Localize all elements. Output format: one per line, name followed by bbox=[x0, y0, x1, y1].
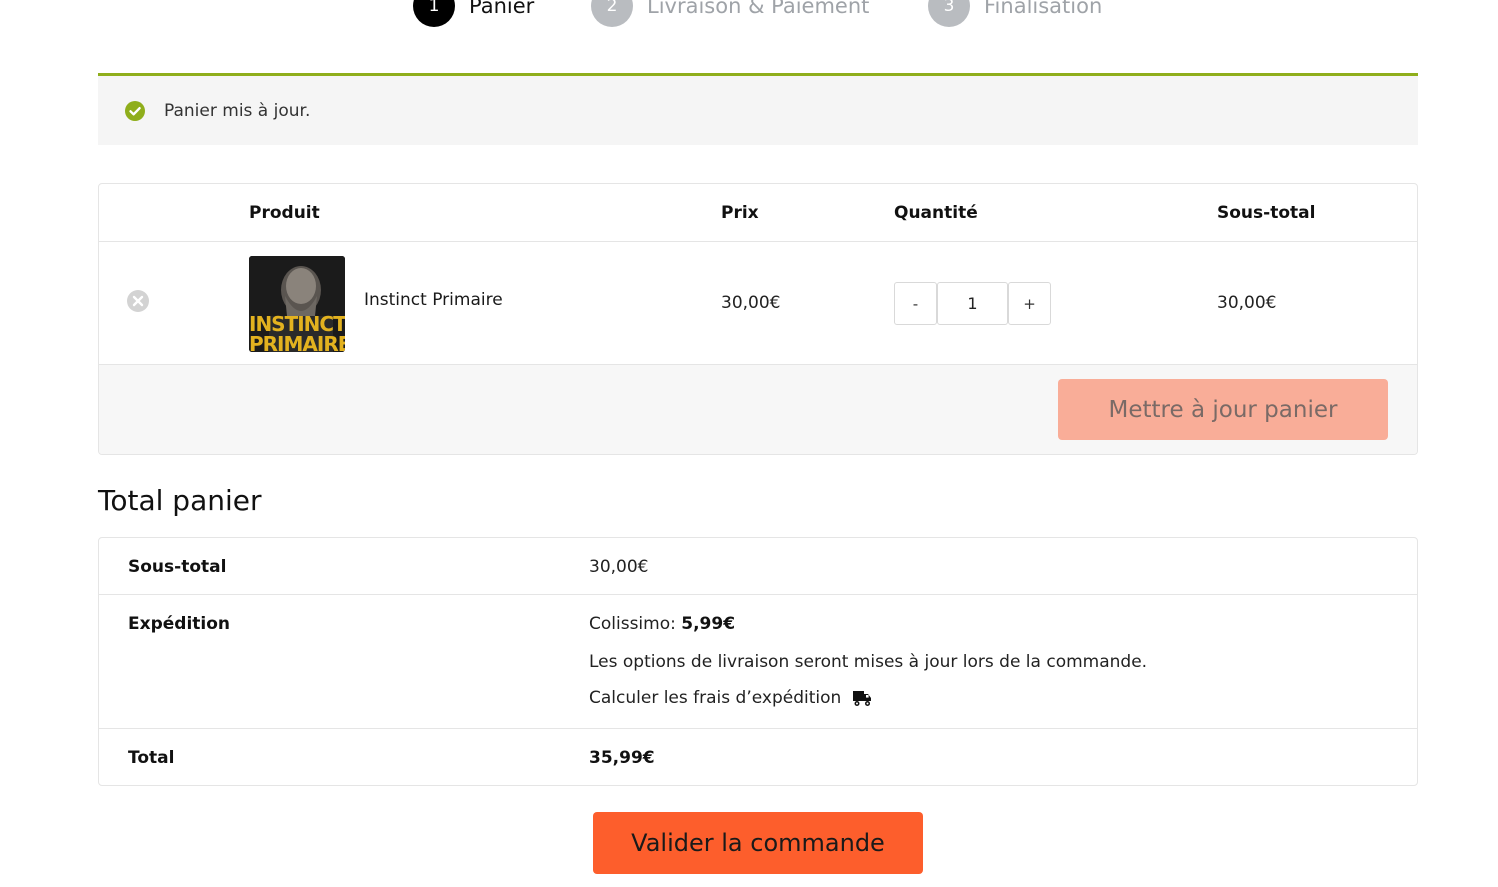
shipping-method-price: 5,99€ bbox=[681, 614, 736, 634]
step-cart: 1 Panier bbox=[413, 0, 535, 27]
table-row: INSTINCT PRIMAIRE Instinct Primaire 30,0… bbox=[99, 242, 1417, 365]
quantity-input[interactable]: 1 bbox=[937, 282, 1008, 325]
step-shipping-payment: 2 Livraison & Paiement bbox=[591, 0, 870, 27]
step-label: Panier bbox=[469, 0, 535, 18]
cart-totals-table: Sous-total 30,00€ Expédition Colissimo: … bbox=[98, 537, 1418, 786]
product-thumbnail-title: INSTINCT PRIMAIRE bbox=[249, 314, 345, 352]
step-number: 2 bbox=[591, 0, 633, 27]
step-finalisation: 3 Finalisation bbox=[928, 0, 1103, 27]
calculate-shipping-link[interactable]: Calculer les frais d’expédition bbox=[589, 688, 872, 708]
product-subtotal: 30,00€ bbox=[1217, 293, 1277, 313]
totals-subtotal-value: 30,00€ bbox=[589, 557, 649, 577]
totals-total-label: Total bbox=[128, 748, 175, 768]
totals-shipping-label: Expédition bbox=[128, 614, 231, 634]
quantity-increase-button[interactable]: + bbox=[1008, 282, 1051, 325]
column-header-quantity: Quantité bbox=[894, 203, 978, 223]
truck-icon bbox=[853, 691, 872, 706]
column-header-product: Produit bbox=[249, 203, 320, 223]
cart-totals-title: Total panier bbox=[98, 484, 262, 517]
product-name-link[interactable]: Instinct Primaire bbox=[364, 290, 503, 310]
cart-actions: Mettre à jour panier bbox=[99, 365, 1417, 454]
proceed-to-checkout-button[interactable]: Valider la commande bbox=[593, 812, 923, 874]
product-price: 30,00€ bbox=[721, 293, 781, 313]
checkout-steps: 1 Panier 2 Livraison & Paiement 3 Finali… bbox=[0, 0, 1498, 27]
quantity-stepper: - 1 + bbox=[894, 282, 1051, 325]
cart-updated-notice: Panier mis à jour. bbox=[98, 73, 1418, 145]
calculate-shipping-label: Calculer les frais d’expédition bbox=[589, 688, 842, 708]
shipping-method: Colissimo: 5,99€ bbox=[589, 614, 735, 634]
totals-row-shipping: Expédition Colissimo: 5,99€ Les options … bbox=[99, 595, 1417, 729]
calc-shipping-row: Calculer les frais d’expédition bbox=[589, 688, 872, 708]
step-number: 1 bbox=[413, 0, 455, 27]
column-header-price: Prix bbox=[721, 203, 759, 223]
totals-row-total: Total 35,99€ bbox=[99, 729, 1417, 786]
shipping-method-name: Colissimo: bbox=[589, 614, 676, 634]
remove-item-icon[interactable] bbox=[127, 290, 149, 312]
column-header-subtotal: Sous-total bbox=[1217, 203, 1316, 223]
quantity-decrease-button[interactable]: - bbox=[894, 282, 937, 325]
cart-table: Produit Prix Quantité Sous-total INSTINC… bbox=[98, 183, 1418, 455]
notice-text: Panier mis à jour. bbox=[164, 100, 311, 121]
cart-table-header: Produit Prix Quantité Sous-total bbox=[99, 184, 1417, 242]
check-circle-icon bbox=[125, 100, 145, 121]
totals-row-subtotal: Sous-total 30,00€ bbox=[99, 538, 1417, 595]
update-cart-button[interactable]: Mettre à jour panier bbox=[1058, 379, 1388, 440]
step-label: Livraison & Paiement bbox=[647, 0, 870, 18]
totals-total-value: 35,99€ bbox=[589, 748, 655, 768]
totals-subtotal-label: Sous-total bbox=[128, 557, 227, 577]
product-thumbnail[interactable]: INSTINCT PRIMAIRE bbox=[249, 256, 345, 352]
shipping-note: Les options de livraison seront mises à … bbox=[589, 652, 1148, 672]
step-number: 3 bbox=[928, 0, 970, 27]
step-label: Finalisation bbox=[984, 0, 1103, 18]
